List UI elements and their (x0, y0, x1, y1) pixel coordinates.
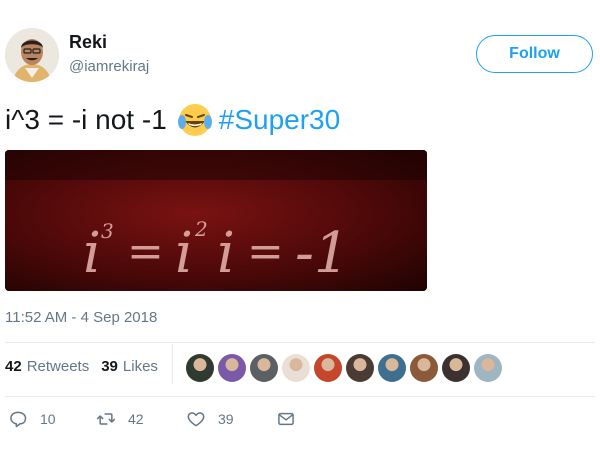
retweets-count[interactable]: 42 (5, 358, 22, 375)
like-count: 39 (218, 411, 234, 427)
divider-top (5, 342, 595, 343)
liker-avatar[interactable] (314, 354, 342, 382)
envelope-icon (278, 412, 294, 426)
chalk-equals-1: = (127, 226, 164, 277)
heart-icon (187, 412, 205, 427)
chalk-i-2: i (175, 221, 193, 286)
liker-avatar[interactable] (410, 354, 438, 382)
direct-message-action[interactable] (276, 409, 296, 429)
reply-icon (10, 411, 27, 428)
liker-avatar[interactable] (282, 354, 310, 382)
retweet-count: 42 (128, 411, 144, 427)
likes-count[interactable]: 39 (101, 358, 118, 375)
tweet-text: i^3 = -i not -1 #Super30 (5, 98, 340, 142)
chalk-i-3: i (217, 221, 235, 286)
likers-avatars (186, 354, 506, 382)
face-with-tears-of-joy-icon (177, 102, 213, 138)
retweet-icon (96, 413, 116, 425)
stats-divider (172, 344, 173, 384)
retweet-action[interactable]: 42 (96, 409, 144, 429)
divider-bottom (5, 396, 595, 397)
profile-photo-icon (5, 28, 59, 82)
display-name[interactable]: Reki (69, 32, 107, 53)
liker-avatar[interactable] (218, 354, 246, 382)
reply-action[interactable]: 10 (8, 409, 56, 429)
liker-avatar[interactable] (346, 354, 374, 382)
liker-avatar[interactable] (186, 354, 214, 382)
avatar[interactable] (5, 28, 59, 82)
follow-button[interactable]: Follow (476, 35, 593, 73)
liker-avatar[interactable] (250, 354, 278, 382)
chalk-i-1: i (83, 221, 101, 286)
liker-avatar[interactable] (474, 354, 502, 382)
retweets-label[interactable]: Retweets (27, 358, 90, 375)
chalk-exponent-3: 3 (101, 219, 114, 243)
tweet-timestamp[interactable]: 11:52 AM - 4 Sep 2018 (5, 309, 157, 326)
chalk-exponent-2: 2 (194, 217, 208, 241)
chalk-equals-2: = (247, 226, 284, 277)
tweet-body: i^3 = -i not -1 (5, 104, 167, 135)
hashtag-link[interactable]: #Super30 (219, 104, 340, 136)
chalk-minus-one: -1 (295, 221, 350, 286)
like-action[interactable]: 39 (186, 409, 234, 429)
liker-avatar[interactable] (378, 354, 406, 382)
liker-avatar[interactable] (442, 354, 470, 382)
tweet-stats: 42 Retweets 39 Likes (5, 358, 158, 375)
likes-label[interactable]: Likes (123, 358, 158, 375)
tweet-media-image[interactable]: i 3 = i 2 i = -1 (5, 150, 427, 291)
reply-count: 10 (40, 411, 56, 427)
chalkboard-image: i 3 = i 2 i = -1 (5, 150, 427, 291)
user-handle[interactable]: @iamrekiraj (69, 58, 149, 75)
